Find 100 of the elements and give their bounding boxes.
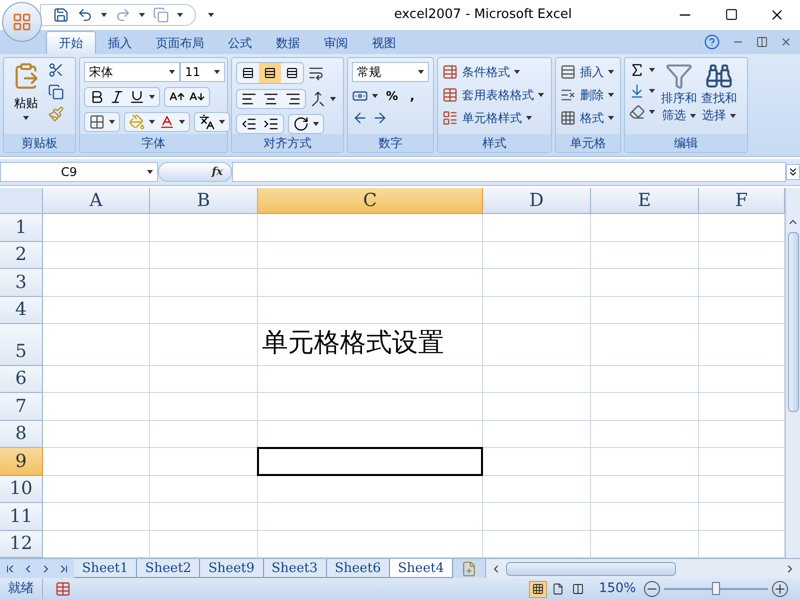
caret-icon bbox=[649, 89, 655, 94]
ribbon-tab[interactable]: 数据 bbox=[264, 31, 312, 54]
sheet-tab[interactable]: Sheet6 bbox=[326, 559, 390, 578]
align-icon[interactable] bbox=[285, 91, 301, 108]
sheet-tab[interactable]: Sheet9 bbox=[200, 559, 264, 578]
sheet-tab[interactable]: Sheet1 bbox=[74, 559, 138, 578]
wrap-text-icon[interactable] bbox=[308, 65, 324, 82]
first-sheet-icon[interactable] bbox=[4, 562, 16, 575]
font-name-field[interactable]: 宋体 bbox=[84, 62, 180, 82]
ribbon-tab[interactable]: 插入 bbox=[96, 31, 144, 54]
style-menu-button[interactable]: 条件格式 bbox=[442, 62, 544, 82]
row-header[interactable]: 9 bbox=[0, 448, 43, 476]
sheet-tab[interactable]: Sheet4 bbox=[390, 559, 454, 578]
redo-icon[interactable] bbox=[115, 6, 131, 23]
undo-icon[interactable] bbox=[77, 6, 93, 23]
find-select-button[interactable]: 查找和 选择 bbox=[701, 62, 737, 134]
cells-menu-button[interactable]: 插入 bbox=[560, 62, 614, 82]
eraser-icon[interactable] bbox=[629, 104, 645, 120]
expand-icon[interactable] bbox=[786, 164, 800, 180]
fill-icon[interactable] bbox=[629, 83, 645, 100]
indent-icon[interactable] bbox=[241, 116, 257, 132]
align-icon[interactable] bbox=[286, 67, 298, 80]
font-color-icon[interactable] bbox=[159, 114, 175, 130]
row-header[interactable]: 5 bbox=[0, 324, 43, 366]
group-label: 对齐方式 bbox=[264, 135, 312, 152]
row-header[interactable]: 6 bbox=[0, 366, 43, 394]
copy-icon[interactable] bbox=[48, 84, 64, 100]
zoom-slider-thumb[interactable] bbox=[712, 582, 720, 596]
fill-color-icon[interactable] bbox=[129, 114, 145, 130]
sheet-tab[interactable]: Sheet2 bbox=[137, 559, 200, 578]
formula-input[interactable] bbox=[232, 162, 786, 182]
phonetic-icon[interactable] bbox=[199, 114, 215, 130]
align-icon[interactable] bbox=[242, 67, 254, 80]
format-painter-icon[interactable] bbox=[48, 106, 64, 122]
ribbon-tab[interactable]: 视图 bbox=[360, 31, 408, 54]
caret-icon bbox=[526, 116, 532, 120]
window-title: excel2007 - Microsoft Excel bbox=[394, 6, 572, 24]
funnel-icon bbox=[665, 62, 693, 90]
column-header[interactable]: C bbox=[258, 188, 483, 214]
column-header[interactable]: F bbox=[699, 188, 785, 214]
border-icon[interactable] bbox=[89, 114, 105, 130]
insert-function-button[interactable]: fx bbox=[158, 162, 232, 182]
align-icon[interactable] bbox=[263, 91, 279, 108]
vertical-align-button[interactable] bbox=[259, 63, 281, 84]
ribbon-tab[interactable]: 公式 bbox=[216, 31, 264, 54]
cells-menu-button[interactable]: 格式 bbox=[560, 108, 614, 128]
vertical-scrollbar[interactable] bbox=[785, 188, 800, 558]
row-header[interactable]: 3 bbox=[0, 269, 43, 297]
ribbon-tab[interactable]: 审阅 bbox=[312, 31, 360, 54]
column-header[interactable]: A bbox=[43, 188, 150, 214]
row-header[interactable]: 11 bbox=[0, 503, 43, 531]
caret-icon bbox=[149, 95, 155, 100]
underline-icon[interactable] bbox=[129, 89, 145, 106]
zoom-out-icon[interactable] bbox=[644, 581, 660, 598]
caret-icon bbox=[538, 92, 544, 97]
number-format-field[interactable]: 常规 bbox=[352, 62, 429, 82]
horizontal-scrollbar[interactable] bbox=[485, 559, 800, 578]
row-header[interactable]: 10 bbox=[0, 476, 43, 504]
comma-button[interactable]: , bbox=[406, 87, 419, 106]
align-icon[interactable] bbox=[241, 91, 257, 108]
group-label: 剪贴板 bbox=[22, 135, 58, 152]
style-menu-button[interactable]: 套用表格格式 bbox=[442, 85, 544, 104]
style-menu-button[interactable]: 单元格样式 bbox=[442, 108, 544, 128]
column-header[interactable]: B bbox=[150, 188, 258, 214]
help-icon[interactable] bbox=[704, 34, 720, 50]
font-size-field[interactable]: 11 bbox=[180, 62, 225, 82]
row-header[interactable]: 7 bbox=[0, 393, 43, 421]
cells-menu-button[interactable]: 删除 bbox=[560, 85, 614, 104]
merge-icon[interactable] bbox=[310, 91, 326, 108]
paste-button[interactable]: 粘贴 bbox=[14, 94, 38, 112]
ribbon-tab[interactable]: 开始 bbox=[46, 31, 96, 54]
indent-icon[interactable] bbox=[263, 116, 279, 132]
last-sheet-icon[interactable] bbox=[58, 562, 70, 575]
row-header[interactable]: 8 bbox=[0, 420, 43, 448]
save-icon[interactable] bbox=[53, 6, 69, 23]
zoom-in-icon[interactable] bbox=[772, 581, 788, 598]
binoculars-icon bbox=[705, 62, 733, 90]
view-button[interactable] bbox=[528, 580, 547, 598]
name-box[interactable]: C9 bbox=[0, 162, 158, 182]
sort-filter-button[interactable]: 排序和 筛选 bbox=[661, 62, 697, 134]
maximize-icon[interactable] bbox=[724, 8, 738, 22]
orientation-icon[interactable] bbox=[293, 116, 309, 132]
column-header[interactable]: E bbox=[591, 188, 699, 214]
row-header[interactable]: 2 bbox=[0, 242, 43, 270]
row-header[interactable]: 1 bbox=[0, 214, 43, 242]
restore-icon[interactable] bbox=[756, 36, 768, 48]
row-header[interactable]: 12 bbox=[0, 530, 43, 558]
italic-icon[interactable] bbox=[109, 89, 125, 106]
cells-icon bbox=[560, 86, 576, 103]
row-header[interactable]: 4 bbox=[0, 296, 43, 324]
style-icon bbox=[442, 64, 458, 80]
office-button[interactable] bbox=[2, 2, 42, 42]
align-icon[interactable] bbox=[264, 67, 276, 80]
percent-button[interactable]: % bbox=[382, 87, 402, 106]
caret-icon bbox=[313, 122, 319, 126]
ribbon-tab[interactable]: 页面布局 bbox=[144, 31, 216, 54]
sheet-tab[interactable]: Sheet3 bbox=[264, 559, 327, 578]
column-header[interactable]: D bbox=[483, 188, 591, 214]
cut-icon[interactable] bbox=[48, 62, 64, 78]
table-cell: 单元格格式设置 bbox=[258, 324, 483, 366]
